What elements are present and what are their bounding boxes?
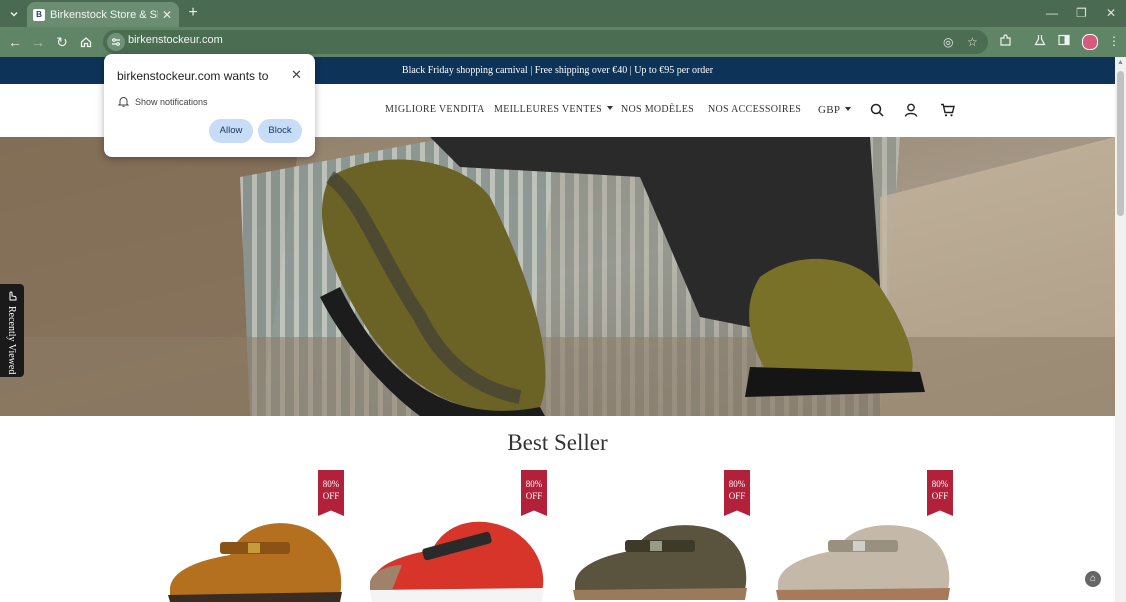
- restore-icon[interactable]: ❐: [1076, 6, 1087, 20]
- minimize-icon[interactable]: —: [1046, 6, 1058, 20]
- hand-pointer-icon: [9, 291, 17, 301]
- scrollbar-thumb[interactable]: [1117, 71, 1124, 216]
- product-image-clog: [370, 521, 544, 602]
- badge-percent: 80%: [931, 479, 949, 489]
- url-text: birkenstockeur.com: [128, 34, 223, 46]
- extensions-icon[interactable]: [999, 34, 1012, 50]
- badge-percent: 80%: [728, 479, 746, 489]
- chat-widget-icon[interactable]: ⌂: [1085, 571, 1101, 587]
- close-icon[interactable]: ✕: [291, 67, 302, 83]
- bell-icon: [118, 97, 129, 107]
- section-title: Best Seller: [507, 430, 608, 455]
- new-tab-button[interactable]: +: [185, 5, 201, 21]
- product-card[interactable]: 80% OFF: [565, 470, 755, 602]
- scroll-up-arrow-icon[interactable]: ▲: [1117, 59, 1124, 66]
- product-card[interactable]: 80% OFF: [362, 470, 552, 602]
- nav-migliore-vendita[interactable]: MIGLIORE VENDITA: [385, 104, 485, 115]
- hero-banner-image[interactable]: [0, 137, 1115, 416]
- recently-viewed-tab[interactable]: Recently Viewed: [0, 284, 24, 377]
- site-info-icon[interactable]: [107, 33, 125, 51]
- nav-label: MIGLIORE VENDITA: [385, 104, 485, 115]
- product-image-clog: [168, 523, 342, 602]
- back-icon[interactable]: ←: [6, 33, 24, 51]
- forward-icon[interactable]: →: [29, 33, 47, 51]
- chevron-down-icon: [10, 11, 18, 17]
- reload-icon[interactable]: ↻: [53, 33, 71, 51]
- product-image-clog: [573, 525, 747, 600]
- recently-viewed-label: Recently Viewed: [6, 306, 17, 375]
- allow-button[interactable]: Allow: [209, 119, 253, 143]
- cart-icon[interactable]: [940, 103, 955, 122]
- close-tab-icon[interactable]: ✕: [162, 8, 172, 22]
- home-icon[interactable]: [77, 33, 95, 51]
- side-panel-icon[interactable]: [1058, 34, 1070, 49]
- tab-title: Birkenstock Store & Shoes Store: [50, 8, 158, 21]
- nav-label: MEILLEURES VENTES: [494, 104, 602, 115]
- browser-toolbar: ← → ↻ birkenstockeur.com ◎ ☆ ⋮: [0, 27, 1126, 57]
- permission-text: Show notifications: [135, 97, 208, 107]
- badge-off: OFF: [322, 491, 340, 501]
- page-scrollbar[interactable]: ▲: [1115, 57, 1126, 602]
- badge-off: OFF: [525, 491, 543, 501]
- more-menu-icon[interactable]: ⋮: [1108, 34, 1120, 48]
- badge-off: OFF: [728, 491, 746, 501]
- product-card[interactable]: 80% OFF: [160, 470, 350, 602]
- caret-down-icon: [606, 106, 613, 110]
- account-icon[interactable]: [904, 103, 918, 122]
- currency-selector[interactable]: GBP: [818, 104, 852, 116]
- tab-search-button[interactable]: [4, 4, 24, 24]
- nav-meilleures-ventes[interactable]: MEILLEURES VENTES: [494, 104, 613, 115]
- product-image-clog: [776, 525, 950, 600]
- browser-tab-bar: B Birkenstock Store & Shoes Store ✕ + — …: [0, 0, 1126, 27]
- block-button[interactable]: Block: [258, 119, 302, 143]
- hero-illustration: [0, 137, 1115, 416]
- close-window-icon[interactable]: ✕: [1106, 6, 1116, 20]
- labs-flask-icon[interactable]: [1034, 34, 1046, 49]
- badge-percent: 80%: [322, 479, 340, 489]
- notification-permission-popup: birkenstockeur.com wants to ✕ Show notif…: [104, 54, 315, 157]
- caret-down-icon: [845, 107, 852, 111]
- browser-tab[interactable]: B Birkenstock Store & Shoes Store ✕: [27, 2, 179, 27]
- search-icon[interactable]: [870, 103, 884, 122]
- product-card[interactable]: 80% OFF: [768, 470, 958, 602]
- popup-title: birkenstockeur.com wants to: [117, 69, 269, 83]
- badge-percent: 80%: [525, 479, 543, 489]
- nav-label: NOS MODÈLES: [621, 104, 695, 115]
- bookmark-star-icon[interactable]: ☆: [967, 35, 978, 49]
- profile-avatar[interactable]: [1082, 34, 1098, 50]
- nav-nos-accessoires[interactable]: NOS ACCESSOIRES: [708, 104, 801, 115]
- nav-nos-modeles[interactable]: NOS MODÈLES: [621, 104, 694, 115]
- eye-off-icon[interactable]: ◎: [943, 35, 953, 49]
- site-favicon-icon: B: [33, 8, 45, 21]
- currency-label: GBP: [818, 104, 841, 116]
- badge-off: OFF: [931, 491, 949, 501]
- address-bar[interactable]: birkenstockeur.com ◎ ☆: [103, 30, 988, 54]
- nav-label: NOS ACCESSOIRES: [708, 104, 802, 115]
